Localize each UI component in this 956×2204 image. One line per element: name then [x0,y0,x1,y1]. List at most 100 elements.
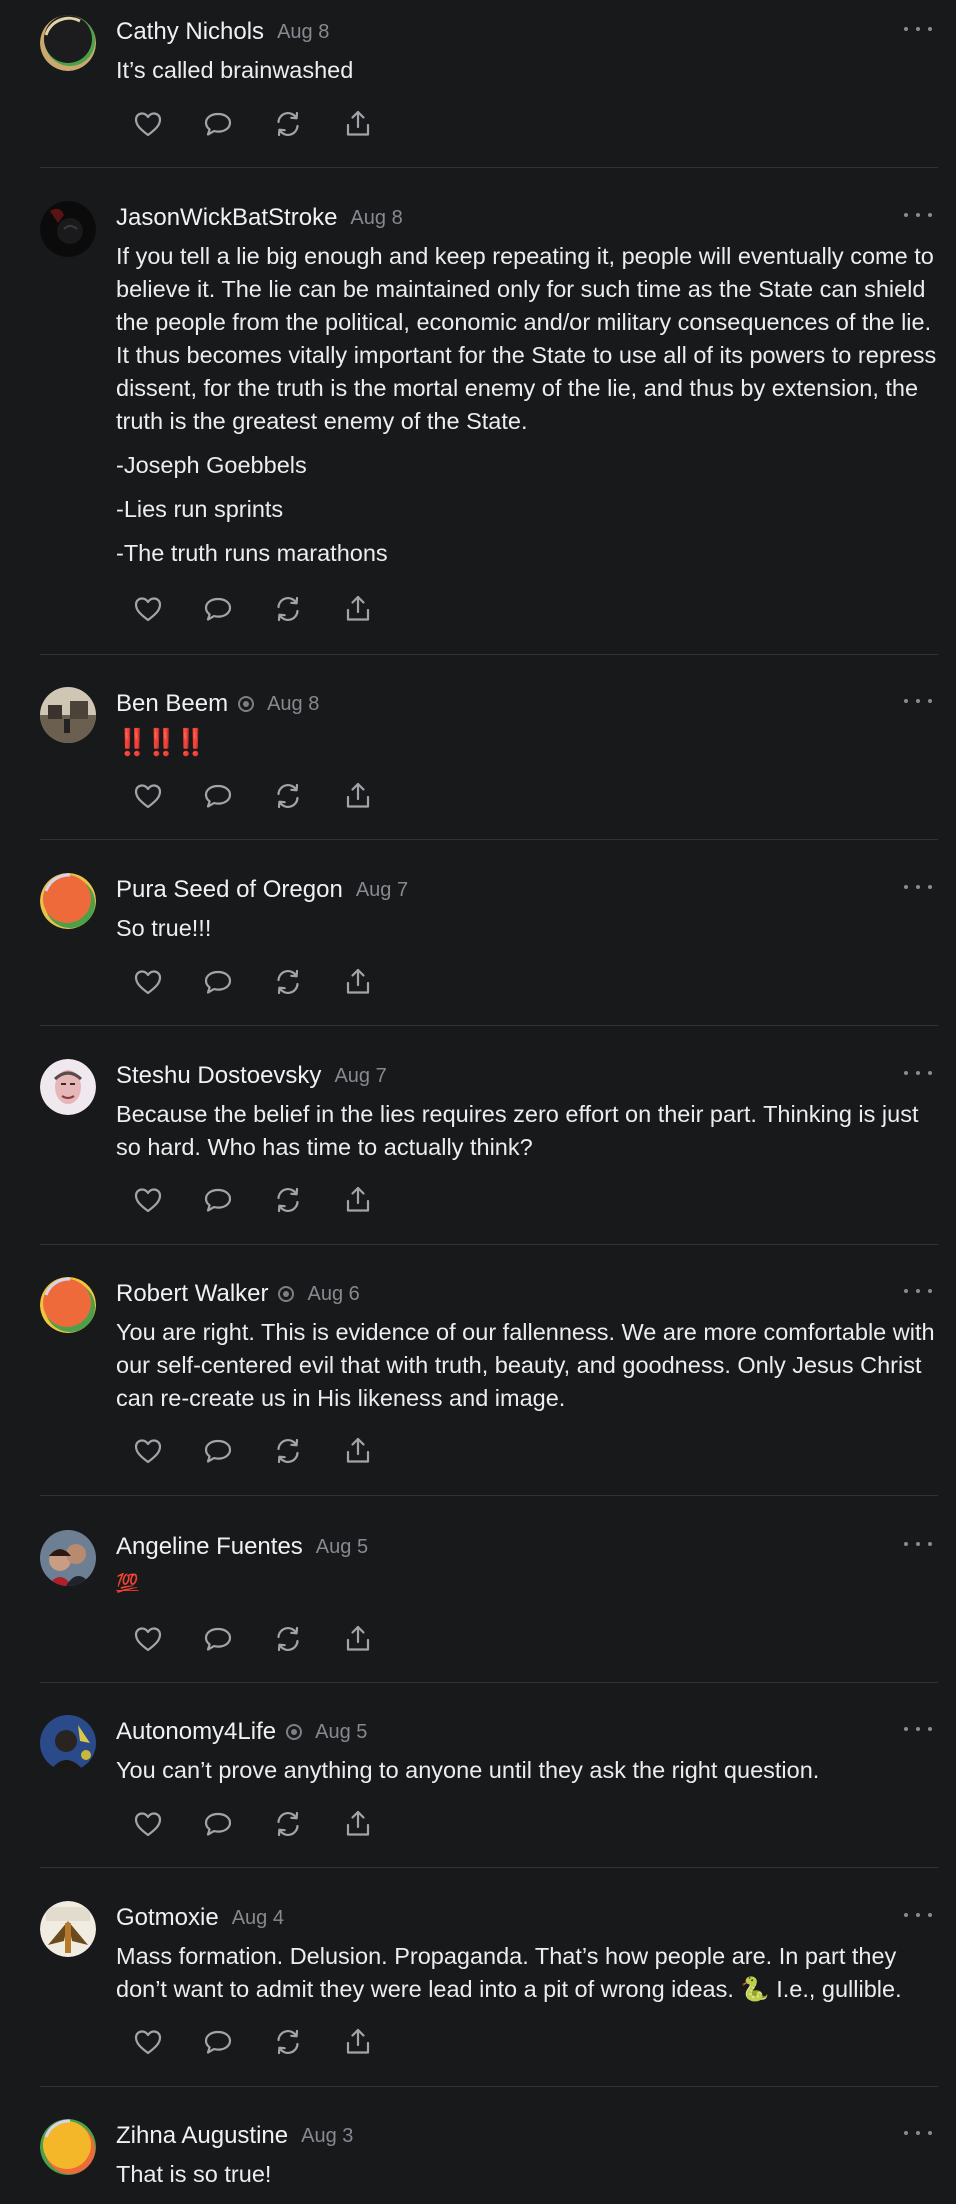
comment-item: Angeline Fuentes Aug 5 💯 [0,1515,956,1682]
comment-date[interactable]: Aug 5 [315,1721,367,1744]
more-icon[interactable] [904,1284,932,1298]
avatar[interactable] [40,1715,96,1771]
comment-text: So true!!! [116,915,212,941]
heart-icon[interactable] [130,2024,166,2060]
comment-text: Mass formation. Delusion. Propaganda. Th… [116,1943,902,2002]
avatar[interactable] [40,1901,96,1957]
share-icon[interactable] [340,1182,376,1218]
comment-item: Cathy Nichols Aug 8 It’s called brainwas… [0,0,956,167]
comment-icon[interactable] [200,106,236,142]
more-icon[interactable] [904,694,932,708]
comment-item: Robert Walker Aug 6 You are right. This … [0,1262,956,1495]
author-name[interactable]: Steshu Dostoevsky [116,1062,321,1090]
share-icon[interactable] [340,1806,376,1842]
more-icon[interactable] [904,1066,932,1080]
comment-date[interactable]: Aug 7 [334,1065,386,1088]
avatar[interactable] [40,687,96,743]
comment-item: Zihna Augustine Aug 3 That is so true! [0,2104,956,2204]
comment-item: Ben Beem Aug 8 ‼️‼️‼️ [0,672,956,839]
comment-item: Pura Seed of Oregon Aug 7 So true!!! [0,858,956,1025]
heart-icon[interactable] [130,106,166,142]
share-icon[interactable] [340,778,376,814]
restack-icon[interactable] [270,2024,306,2060]
restack-icon[interactable] [270,778,306,814]
share-icon[interactable] [340,1433,376,1469]
restack-icon[interactable] [270,964,306,1000]
avatar[interactable] [40,873,96,929]
author-name[interactable]: Autonomy4Life [116,1718,276,1746]
author-name[interactable]: Pura Seed of Oregon [116,876,343,904]
comment-icon[interactable] [200,1806,236,1842]
subscriber-badge-icon [238,696,255,712]
more-icon[interactable] [904,1908,932,1922]
comment-date[interactable]: Aug 7 [356,879,408,902]
comment-icon[interactable] [200,591,236,627]
avatar[interactable] [40,1059,96,1115]
avatar[interactable] [40,2119,96,2175]
author-name[interactable]: Cathy Nichols [116,18,264,46]
author-name[interactable]: Zihna Augustine [116,2122,288,2150]
restack-icon[interactable] [270,106,306,142]
author-name[interactable]: Robert Walker [116,1280,268,1308]
divider [40,1244,938,1245]
comment-icon[interactable] [200,778,236,814]
comment-icon[interactable] [200,1621,236,1657]
comment-item: Gotmoxie Aug 4 Mass formation. Delusion.… [0,1886,956,2086]
share-icon[interactable] [340,591,376,627]
comment-item: JasonWickBatStroke Aug 8 If you tell a l… [0,186,956,654]
heart-icon[interactable] [130,1433,166,1469]
restack-icon[interactable] [270,1621,306,1657]
author-name[interactable]: Gotmoxie [116,1904,219,1932]
share-icon[interactable] [340,2024,376,2060]
comment-date[interactable]: Aug 5 [316,1536,368,1559]
author-name[interactable]: Angeline Fuentes [116,1533,303,1561]
avatar[interactable] [40,1277,96,1333]
restack-icon[interactable] [270,1433,306,1469]
heart-icon[interactable] [130,964,166,1000]
comment-item: Autonomy4Life Aug 5 You can’t prove anyt… [0,1700,956,1867]
comment-text: You are right. This is evidence of our f… [116,1319,935,1411]
more-icon[interactable] [904,1537,932,1551]
divider [40,654,938,655]
comment-date[interactable]: Aug 6 [307,1283,359,1306]
comment-text: It’s called brainwashed [116,57,354,83]
author-name[interactable]: Ben Beem [116,690,228,718]
heart-icon[interactable] [130,1806,166,1842]
more-icon[interactable] [904,2126,932,2140]
comment-icon[interactable] [200,1182,236,1218]
comment-date[interactable]: Aug 8 [277,21,329,44]
more-icon[interactable] [904,880,932,894]
restack-icon[interactable] [270,1806,306,1842]
avatar[interactable] [40,201,96,257]
divider [40,1495,938,1496]
comment-icon[interactable] [200,1433,236,1469]
more-icon[interactable] [904,208,932,222]
comment-text: Because the belief in the lies requires … [116,1101,919,1160]
heart-icon[interactable] [130,778,166,814]
avatar[interactable] [40,15,96,71]
restack-icon[interactable] [270,591,306,627]
share-icon[interactable] [340,964,376,1000]
more-icon[interactable] [904,22,932,36]
comment-date[interactable]: Aug 3 [301,2125,353,2148]
divider [40,1025,938,1026]
avatar[interactable] [40,1530,96,1586]
comment-date[interactable]: Aug 8 [350,207,402,230]
author-name[interactable]: JasonWickBatStroke [116,204,337,232]
heart-icon[interactable] [130,1182,166,1218]
comment-text: If you tell a lie big enough and keep re… [116,243,937,566]
heart-icon[interactable] [130,1621,166,1657]
comment-icon[interactable] [200,964,236,1000]
more-icon[interactable] [904,1722,932,1736]
divider [40,167,938,168]
share-icon[interactable] [340,1621,376,1657]
divider [40,839,938,840]
divider [40,2086,938,2087]
comment-text: You can’t prove anything to anyone until… [116,1757,820,1783]
comment-date[interactable]: Aug 4 [232,1907,284,1930]
comment-date[interactable]: Aug 8 [267,693,319,716]
restack-icon[interactable] [270,1182,306,1218]
heart-icon[interactable] [130,591,166,627]
comment-icon[interactable] [200,2024,236,2060]
share-icon[interactable] [340,106,376,142]
